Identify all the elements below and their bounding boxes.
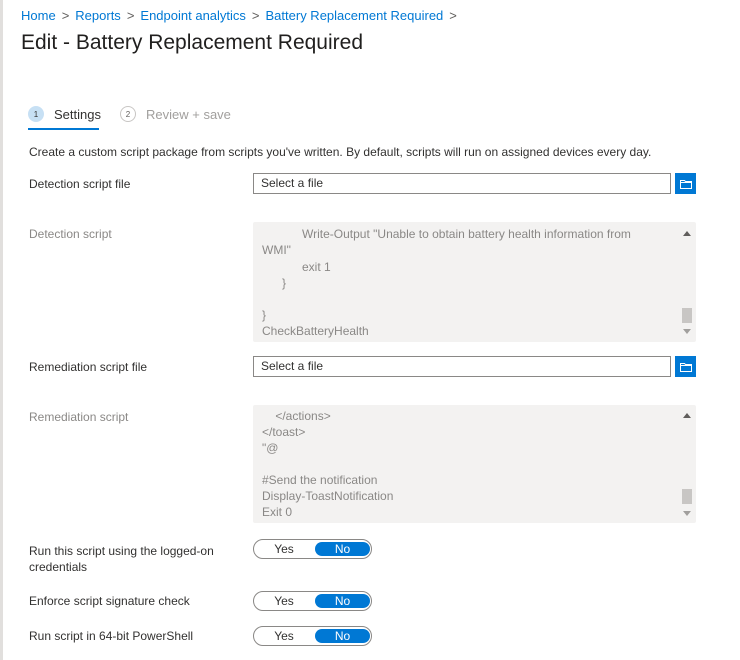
description: Create a custom script package from scri… [29, 145, 652, 159]
code-line: "@ [262, 441, 279, 455]
step-number: 1 [28, 106, 44, 122]
yes-option[interactable]: Yes [254, 629, 314, 643]
signature-check-toggle[interactable]: Yes No [253, 591, 372, 611]
scroll-up-icon[interactable] [683, 413, 691, 418]
breadcrumb-home[interactable]: Home [21, 8, 56, 23]
scrollbar-thumb[interactable] [682, 489, 692, 504]
toggle-label-credentials: Run this script using the logged-on cred… [29, 544, 214, 574]
yes-option[interactable]: Yes [254, 542, 314, 556]
left-border [0, 0, 3, 660]
no-option[interactable]: No [315, 594, 370, 608]
folder-icon [679, 362, 692, 372]
tab-settings[interactable]: 1 Settings [28, 106, 101, 122]
scroll-down-icon[interactable] [683, 329, 691, 334]
credentials-toggle[interactable]: Yes No [253, 539, 372, 559]
step-number: 2 [120, 106, 136, 122]
detection-script-editor[interactable]: Write-Output "Unable to obtain battery h… [253, 222, 696, 342]
detection-browse-button[interactable] [675, 173, 696, 194]
chevron-right-icon: > [61, 8, 70, 23]
step-label: Settings [54, 106, 101, 122]
detection-file-label: Detection script file [29, 177, 131, 191]
detection-script-label: Detection script [29, 227, 112, 241]
code-line: </toast> [262, 425, 306, 439]
chevron-right-icon: > [449, 8, 457, 23]
page-title: Edit - Battery Replacement Required [21, 31, 363, 54]
scroll-up-icon[interactable] [683, 231, 691, 236]
breadcrumb-reports[interactable]: Reports [75, 8, 121, 23]
breadcrumb-endpoint-analytics[interactable]: Endpoint analytics [140, 8, 246, 23]
toggle-label-64bit: Run script in 64-bit PowerShell [29, 629, 194, 643]
detection-file-input[interactable]: Select a file [253, 173, 671, 194]
remediation-script-label: Remediation script [29, 410, 129, 424]
code-line: Display-ToastNotification [262, 489, 394, 503]
remediation-browse-button[interactable] [675, 356, 696, 377]
no-option[interactable]: No [315, 629, 370, 643]
code-line: Write-Output "Unable to obtain battery h… [262, 227, 631, 241]
chevron-right-icon: > [126, 8, 135, 23]
folder-icon [679, 179, 692, 189]
remediation-file-input[interactable]: Select a file [253, 356, 671, 377]
chevron-right-icon: > [251, 8, 260, 23]
code-line: WMI" [262, 243, 291, 257]
powershell-64bit-toggle[interactable]: Yes No [253, 626, 372, 646]
no-option[interactable]: No [315, 542, 370, 556]
yes-option[interactable]: Yes [254, 594, 314, 608]
code-line: #Send the notification [262, 473, 378, 487]
scrollbar-thumb[interactable] [682, 308, 692, 323]
code-line: exit 1 [262, 260, 331, 274]
remediation-file-label: Remediation script file [29, 360, 148, 374]
code-line: } [262, 276, 287, 290]
code-line: } [262, 308, 267, 322]
breadcrumb-battery[interactable]: Battery Replacement Required [266, 8, 444, 23]
active-tab-indicator [28, 128, 99, 130]
code-line: </actions> [262, 409, 331, 423]
scroll-down-icon[interactable] [683, 511, 691, 516]
code-line: CheckBatteryHealth [262, 324, 369, 338]
remediation-script-editor[interactable]: </actions> </toast> "@ #Send the notific… [253, 405, 696, 523]
code-line: Exit 0 [262, 505, 293, 519]
tab-review-save[interactable]: 2 Review + save [120, 106, 231, 122]
step-label: Review + save [146, 106, 231, 122]
toggle-label-signature: Enforce script signature check [29, 594, 190, 608]
breadcrumb: Home > Reports > Endpoint analytics > Battery … [21, 8, 463, 23]
